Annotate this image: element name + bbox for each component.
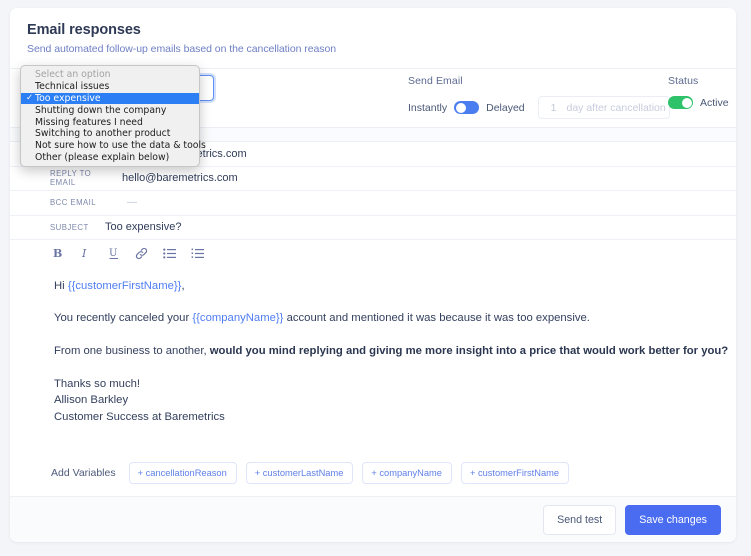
status-toggle[interactable] bbox=[668, 96, 693, 109]
svg-text:B: B bbox=[53, 247, 62, 259]
instantly-label: Instantly bbox=[408, 101, 448, 114]
para3-bold: would you mind replying and giving me mo… bbox=[209, 344, 729, 357]
subject-value: Too expensive? bbox=[105, 221, 182, 234]
delay-days-value: 1 bbox=[550, 101, 557, 114]
subject-row[interactable]: SUBJECT Too expensive? bbox=[10, 214, 736, 240]
numbered-list-icon[interactable] bbox=[191, 247, 204, 260]
send-test-button[interactable]: Send test bbox=[543, 504, 617, 535]
dropdown-option-shutting-down[interactable]: Shutting down the company bbox=[21, 104, 199, 116]
dropdown-option-switching-product[interactable]: Switching to another product bbox=[21, 128, 199, 140]
para2-pre: You recently canceled your bbox=[54, 312, 193, 325]
status-value: Active bbox=[700, 96, 729, 109]
dropdown-option-missing-features[interactable]: Missing features I need bbox=[21, 116, 199, 128]
bcc-email-label: BCC EMAIL bbox=[50, 198, 97, 208]
reply-to-email-row[interactable]: REPLY TO EMAIL hello@baremetrics.com bbox=[10, 165, 736, 191]
status-label: Status bbox=[668, 75, 699, 87]
body-paragraph-2: You recently canceled your {{companyName… bbox=[54, 311, 736, 326]
reply-to-email-value: hello@baremetrics.com bbox=[122, 172, 238, 185]
add-variables-row: Add Variables + cancellationReason + cus… bbox=[10, 461, 736, 484]
dropdown-option-label: Too expensive bbox=[35, 92, 101, 104]
checkmark-icon: ✓ bbox=[26, 93, 34, 104]
underline-icon[interactable]: U bbox=[107, 247, 120, 260]
dropdown-option-label: Shutting down the company bbox=[35, 104, 167, 116]
editor-toolbar: B I U bbox=[10, 239, 736, 266]
greeting-text: Hi bbox=[54, 280, 68, 292]
para2-post: account and mentioned it was because it … bbox=[283, 312, 590, 325]
variable-chip-customer-first-name[interactable]: + customerFirstName bbox=[460, 461, 570, 484]
email-body-editor[interactable]: Hi {{customerFirstName}}, You recently c… bbox=[10, 266, 736, 426]
dropdown-option-too-expensive[interactable]: ✓ Too expensive bbox=[21, 92, 199, 105]
body-paragraph-3: From one business to another, would you … bbox=[54, 344, 736, 359]
bcc-email-value: — bbox=[127, 197, 137, 209]
signature-line-1: Thanks so much! bbox=[54, 377, 141, 390]
bcc-email-row[interactable]: BCC EMAIL — bbox=[10, 190, 736, 215]
para3-pre: From one business to another, bbox=[54, 344, 210, 357]
greeting-comma: , bbox=[181, 280, 185, 292]
subject-label: SUBJECT bbox=[50, 222, 89, 232]
delay-days-placeholder: day after cancellation bbox=[566, 101, 666, 114]
dropdown-option-label: Switching to another product bbox=[35, 128, 171, 140]
bold-icon[interactable]: B bbox=[51, 247, 64, 260]
send-email-label: Send Email bbox=[408, 75, 463, 87]
variable-company-name: {{companyName}} bbox=[192, 312, 284, 325]
delayed-label: Delayed bbox=[486, 101, 525, 114]
delay-days-input[interactable]: 1 day after cancellation bbox=[537, 96, 670, 119]
card-header: Email responses Send automated follow-up… bbox=[10, 8, 736, 69]
variable-customer-first-name: {{customerFirstName}} bbox=[67, 280, 182, 292]
svg-text:U: U bbox=[109, 248, 117, 259]
dropdown-option-label: Select an option bbox=[35, 69, 111, 81]
italic-icon[interactable]: I bbox=[79, 247, 92, 260]
card-footer: Send test Save changes bbox=[10, 496, 736, 542]
link-icon[interactable] bbox=[135, 247, 148, 260]
variable-chip-customer-last-name[interactable]: + customerLastName bbox=[245, 461, 354, 484]
status-group: Status Active bbox=[668, 75, 729, 109]
app-root: Email responses Send automated follow-up… bbox=[0, 0, 751, 556]
dropdown-option-label: Technical issues bbox=[35, 81, 110, 93]
add-variables-label: Add Variables bbox=[51, 466, 116, 479]
dropdown-option-not-sure-how-to-use[interactable]: Not sure how to use the data & tools bbox=[21, 140, 206, 152]
variable-chip-cancellation-reason[interactable]: + cancellationReason bbox=[128, 461, 237, 484]
variable-chip-company-name[interactable]: + companyName bbox=[362, 461, 452, 484]
dropdown-option-placeholder[interactable]: Select an option bbox=[21, 69, 199, 81]
dropdown-option-label: Not sure how to use the data & tools bbox=[35, 140, 206, 152]
dropdown-option-technical-issues[interactable]: Technical issues bbox=[21, 81, 199, 93]
signature-line-3: Customer Success at Baremetrics bbox=[54, 411, 225, 424]
bulleted-list-icon[interactable] bbox=[163, 247, 176, 260]
cancellation-reason-dropdown-menu[interactable]: Select an option Technical issues ✓ Too … bbox=[20, 65, 206, 168]
svg-text:I: I bbox=[81, 247, 87, 259]
send-timing-toggle[interactable] bbox=[454, 101, 480, 114]
toggle-knob bbox=[455, 102, 466, 113]
signature-line-2: Allison Barkley bbox=[54, 394, 129, 407]
page-subtitle: Send automated follow-up emails based on… bbox=[27, 43, 337, 55]
dropdown-option-other[interactable]: Other (please explain below) bbox=[21, 152, 199, 164]
dropdown-option-label: Other (please explain below) bbox=[35, 151, 170, 163]
dropdown-option-label: Missing features I need bbox=[35, 116, 143, 128]
send-email-group: Send Email Instantly Delayed 1 day after… bbox=[408, 75, 670, 119]
save-changes-button[interactable]: Save changes bbox=[625, 504, 721, 535]
page-title: Email responses bbox=[27, 22, 141, 38]
reply-to-email-label: REPLY TO EMAIL bbox=[50, 169, 92, 188]
toggle-knob bbox=[681, 97, 692, 108]
body-greeting: Hi {{customerFirstName}}, bbox=[54, 279, 736, 294]
